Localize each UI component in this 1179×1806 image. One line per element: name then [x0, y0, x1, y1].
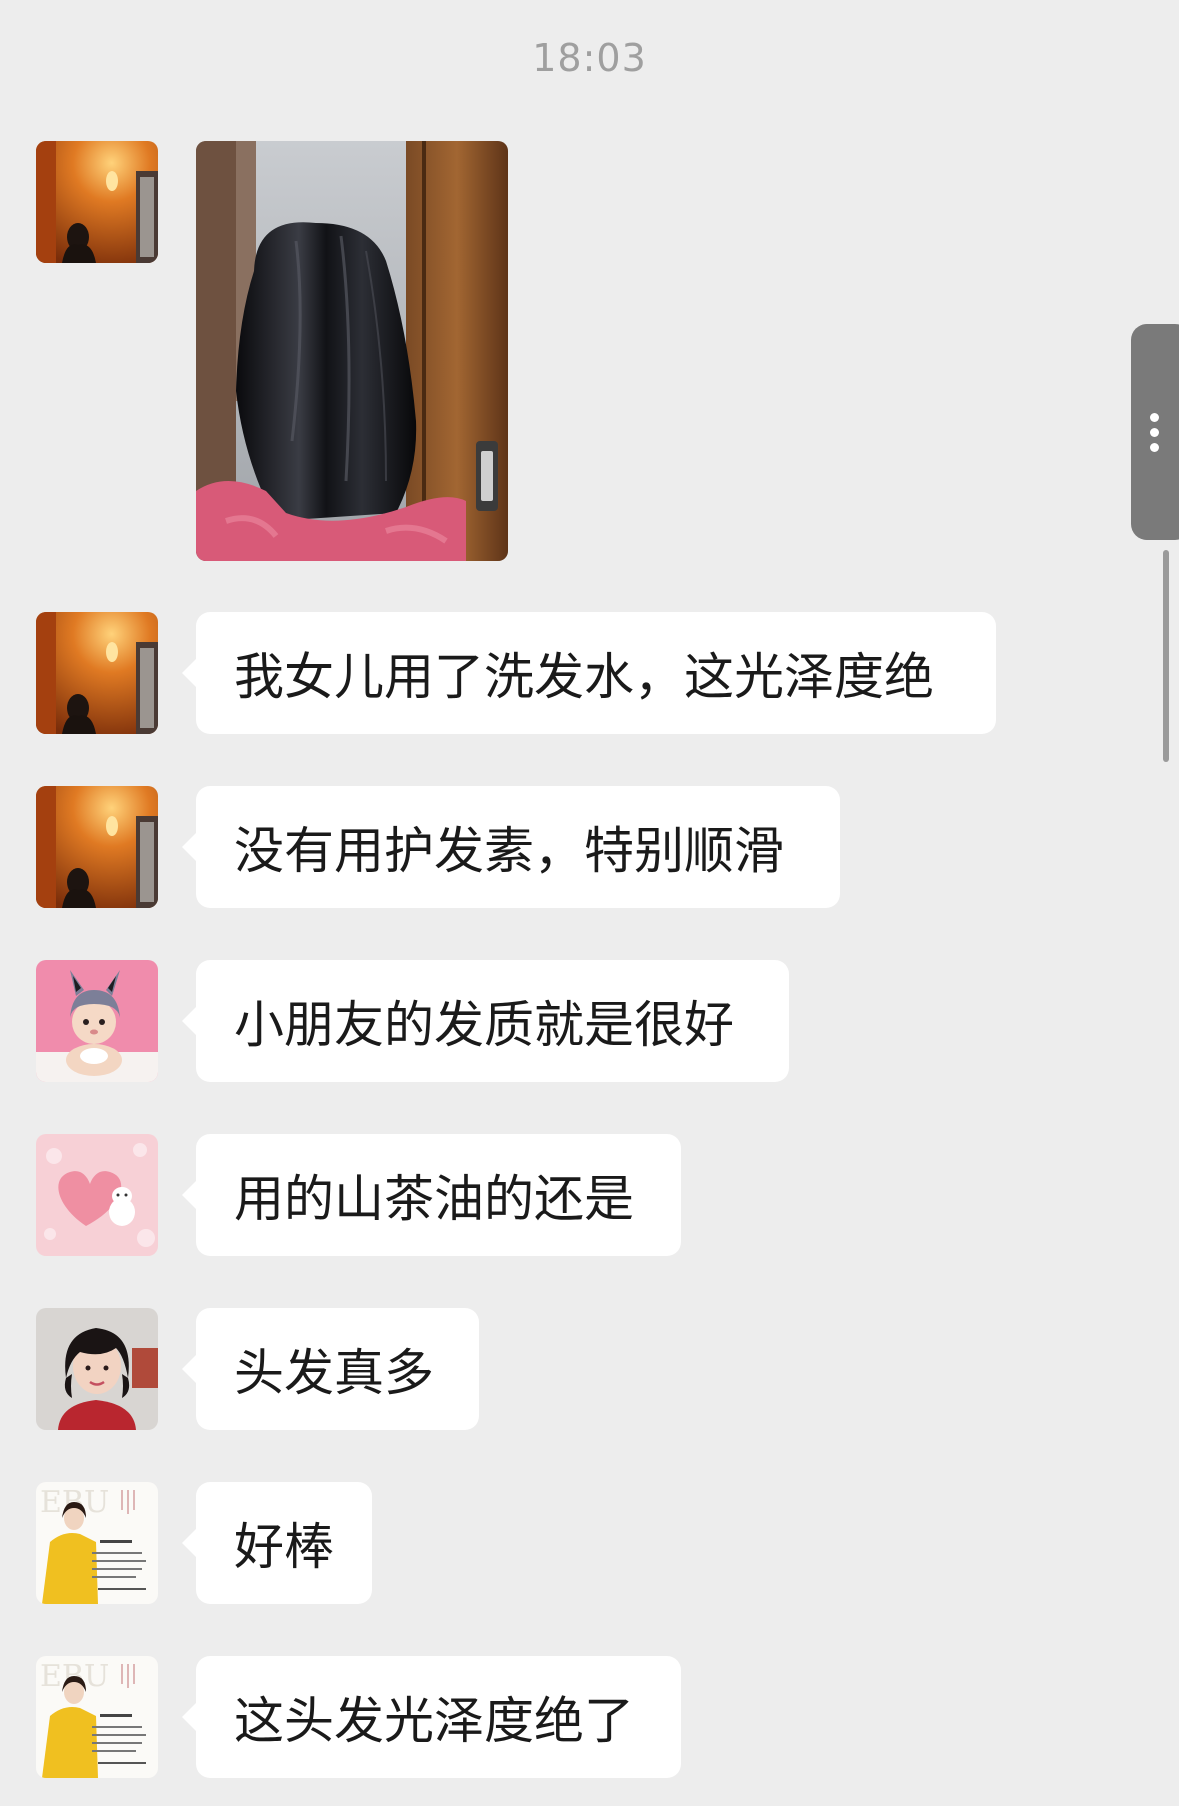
short-hair-woman-avatar[interactable] — [36, 1308, 158, 1430]
more-dots-icon — [1150, 413, 1159, 422]
message-bubble[interactable]: 用的山茶油的还是 — [182, 1134, 681, 1256]
message-bubble[interactable]: 没有用护发素，特别顺滑 — [182, 786, 840, 908]
orange-hallway-woman-avatar[interactable] — [36, 612, 158, 734]
more-dots-icon — [1150, 443, 1159, 452]
orange-hallway-woman-avatar[interactable] — [36, 786, 158, 908]
yellow-suit-poster-avatar[interactable]: EBU — [36, 1482, 158, 1604]
message-bubble[interactable]: 小朋友的发质就是很好 — [182, 960, 789, 1082]
side-more-handle[interactable] — [1131, 324, 1179, 540]
message-bubble[interactable]: 我女儿用了洗发水，这光泽度绝 — [182, 612, 996, 734]
black-hair-back-view-photo[interactable] — [196, 141, 508, 561]
chat-timestamp: 18:03 — [532, 36, 647, 80]
yellow-suit-poster-avatar[interactable]: EBU — [36, 1656, 158, 1778]
pink-heart-plush-avatar[interactable] — [36, 1134, 158, 1256]
scrollbar[interactable] — [1163, 550, 1169, 762]
message-bubble[interactable]: 这头发光泽度绝了 — [182, 1656, 681, 1778]
more-dots-icon — [1150, 428, 1159, 437]
baby-bunny-hat-avatar[interactable] — [36, 960, 158, 1082]
message-bubble[interactable]: 头发真多 — [182, 1308, 479, 1430]
orange-hallway-woman-avatar[interactable] — [36, 141, 158, 263]
message-bubble[interactable]: 好棒 — [182, 1482, 372, 1604]
